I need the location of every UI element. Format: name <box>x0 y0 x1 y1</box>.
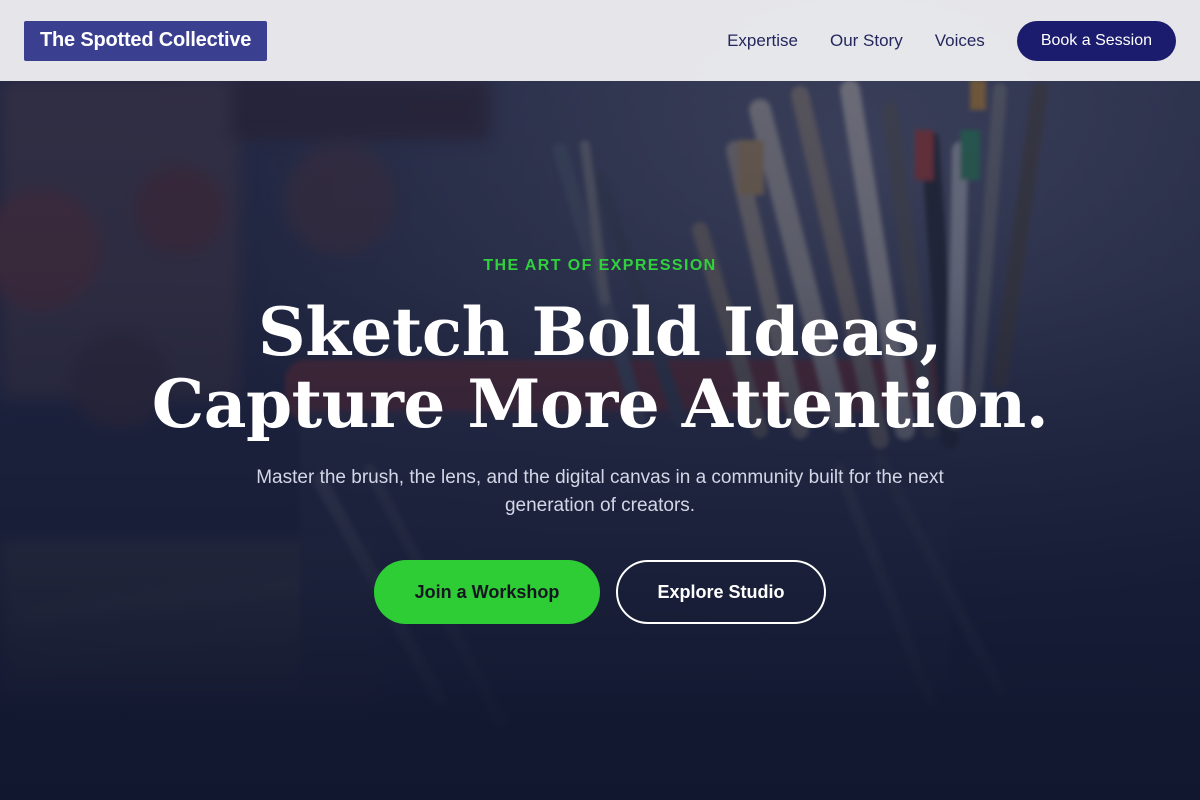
hero-headline: Sketch Bold Ideas, Capture More Attentio… <box>100 296 1100 440</box>
hero-headline-line-2: Capture More Attention. <box>151 365 1049 443</box>
book-session-button[interactable]: Book a Session <box>1016 20 1176 61</box>
explore-studio-button[interactable]: Explore Studio <box>616 560 826 624</box>
logo[interactable]: The Spotted Collective <box>24 20 268 61</box>
nav-link-our-story[interactable]: Our Story <box>830 31 903 51</box>
nav-link-expertise[interactable]: Expertise <box>727 31 798 51</box>
hero-eyebrow: THE ART OF EXPRESSION <box>483 257 717 274</box>
hero-subtext: Master the brush, the lens, and the digi… <box>256 467 944 516</box>
main-nav: Expertise Our Story Voices Book a Sessio… <box>727 20 1176 61</box>
hero-content: THE ART OF EXPRESSION Sketch Bold Ideas,… <box>0 0 1200 800</box>
site-header: The Spotted Collective Expertise Our Sto… <box>0 0 1200 81</box>
hero-headline-line-1: Sketch Bold Ideas, <box>258 293 942 371</box>
nav-link-voices[interactable]: Voices <box>935 31 985 51</box>
join-workshop-button[interactable]: Join a Workshop <box>374 560 600 624</box>
